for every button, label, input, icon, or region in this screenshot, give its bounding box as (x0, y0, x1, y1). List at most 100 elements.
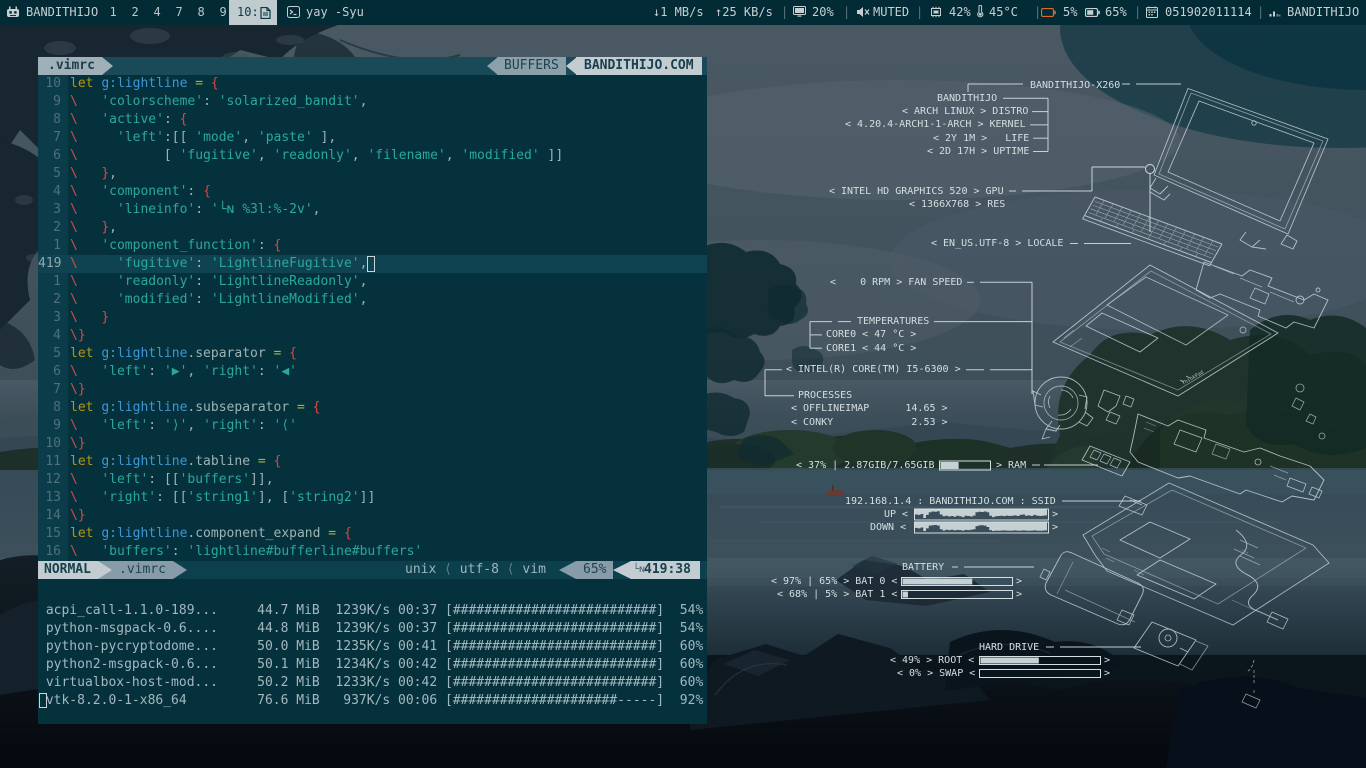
vim-line-17: 6\ 'left': '▶', 'right': '◀' (38, 363, 707, 381)
vim-token: 'string1' (187, 490, 257, 505)
vim-token: : (258, 238, 266, 253)
vim-token: ]], (250, 472, 273, 487)
window-title: yay -Syu (306, 0, 364, 25)
volume-status: MUTED (873, 0, 909, 25)
vim-token: \ (70, 112, 78, 127)
vim-token: [[ (172, 490, 188, 505)
workspace-7[interactable]: 7 (176, 0, 183, 25)
powerline-arrow (173, 561, 187, 579)
vim-token: \ (70, 310, 78, 325)
vim-token: ], (258, 490, 274, 505)
vim-token (78, 490, 101, 505)
bar-separator: | (781, 0, 788, 25)
vim-token (78, 274, 117, 289)
vim-token: let (70, 346, 93, 361)
vim-token: 'buffers' (101, 544, 171, 559)
conky-bar-bat1 (902, 591, 1013, 599)
vim-token: = (289, 400, 312, 415)
vim-line-19: 8 let g:lightline.subseparator = { (38, 399, 707, 417)
vim-token: separator (195, 346, 265, 361)
vim-token: 'LightlineFugitive' (211, 256, 360, 271)
datetime-icon-svg (1146, 6, 1158, 18)
vim-statusline-filename: .vimrc (119, 561, 166, 579)
vim-token: \ (70, 148, 78, 163)
vim-line-code: \ 'lineinfo': '└ɴ %3l:%-2v', (70, 201, 320, 219)
vim-token (266, 148, 274, 163)
vim-token: 'LightlineReadonly' (211, 274, 360, 289)
download-row-4: python2-msgpack-0.6... 50.1 MiB 1234K/s … (38, 656, 703, 674)
vim-line-code: let g:lightline.component_expand = { (70, 525, 352, 543)
conky-graph-fill-up (915, 510, 1047, 519)
vim-line-number: 419 (38, 255, 61, 273)
vim-token: : (195, 274, 203, 289)
vim-token (78, 418, 101, 433)
download-row-6: vtk-8.2.0-1-x86_64 76.6 MiB 937K/s 00:06… (38, 692, 703, 710)
vim-tabline-active-buffer[interactable]: BANDITHIJO.COM (576, 57, 702, 75)
vim-terminal-window[interactable]: .vimrc BUFFERS BANDITHIJO.COM 10let g:li… (38, 57, 707, 579)
launcher-icon[interactable] (6, 0, 20, 25)
vim-line-code: \} (70, 381, 86, 399)
vim-token: , (360, 256, 368, 271)
vim-token: = (250, 454, 273, 469)
battery1-icon-svg (1085, 8, 1100, 17)
vim-token: 'paste' (258, 130, 313, 145)
vim-token: 'component' (101, 184, 187, 199)
vim-tab-vimrc[interactable]: .vimrc (38, 57, 102, 75)
vim-cursor (367, 256, 375, 272)
vim-line-25: 14\} (38, 507, 707, 525)
vim-line-number: 5 (38, 345, 61, 363)
vim-line-number: 8 (38, 111, 61, 129)
vim-token (78, 310, 101, 325)
vim-token: 'LightlineModified' (211, 292, 360, 307)
vim-token: 'modified' (117, 292, 195, 307)
bar-separator: | (1134, 0, 1141, 25)
vim-line-code: \ 'modified': 'LightlineModified', (70, 291, 367, 309)
vim-line-code: let g:lightline.subseparator = { (70, 399, 320, 417)
vim-token: } (101, 310, 109, 325)
vim-token: 'readonly' (274, 148, 352, 163)
statusline-sep-icon: ⟨ (507, 562, 515, 577)
vim-line-code: \ 'right': [['string1'], ['string2']] (70, 489, 375, 507)
vim-line-number: 15 (38, 525, 61, 543)
vim-token: 'colorscheme' (101, 94, 203, 109)
datetime-value: 051902011114 (1165, 0, 1252, 25)
bar-host-label: BANDITHIJO (26, 0, 98, 25)
bar-separator: | (916, 0, 923, 25)
window-title-icon-svg (287, 6, 300, 18)
vim-token: g:lightline (101, 76, 187, 91)
vim-token: , (258, 148, 266, 163)
vim-token: g:lightline (101, 400, 187, 415)
brightness-icon-svg (793, 6, 806, 17)
vim-tabline-buffers-label[interactable]: BUFFERS (497, 57, 566, 75)
vim-token (203, 274, 211, 289)
vim-buffer[interactable]: 10let g:lightline = {9\ 'colorscheme': '… (38, 75, 707, 561)
statusline-encoding: utf-8 (460, 562, 499, 577)
workspace-1[interactable]: 1 (110, 0, 117, 25)
pacman-terminal-window[interactable]: acpi_call-1.1.0-189... 44.7 MiB 1239K/s … (38, 579, 707, 724)
brightness-value: 20% (812, 0, 834, 25)
workspace-8[interactable]: 8 (198, 0, 205, 25)
vim-token: , (352, 148, 360, 163)
workspace-2[interactable]: 2 (132, 0, 139, 25)
vim-token (211, 94, 219, 109)
vim-token: 'right' (203, 418, 258, 433)
workspace-active[interactable]: 10: (229, 0, 277, 25)
vim-token: component_expand (195, 526, 320, 541)
battery1-icon (1085, 0, 1100, 25)
vim-token: \ (70, 418, 78, 433)
vim-token: [[ (164, 472, 180, 487)
vim-token (203, 292, 211, 307)
vim-token: , (109, 220, 117, 235)
vim-token: 'active' (101, 112, 164, 127)
workspace-9[interactable]: 9 (220, 0, 227, 25)
vim-token: 'left' (101, 472, 148, 487)
vim-line-number: 5 (38, 165, 61, 183)
vim-line-code: \ } (70, 309, 109, 327)
vim-line-number: 8 (38, 399, 61, 417)
vim-line-8: 3\ 'lineinfo': '└ɴ %3l:%-2v', (38, 201, 707, 219)
workspace-4[interactable]: 4 (154, 0, 161, 25)
battery0-value: 5% (1063, 0, 1077, 25)
vim-token: { (289, 346, 297, 361)
vim-token (164, 490, 172, 505)
vim-line-code: \} (70, 327, 86, 345)
